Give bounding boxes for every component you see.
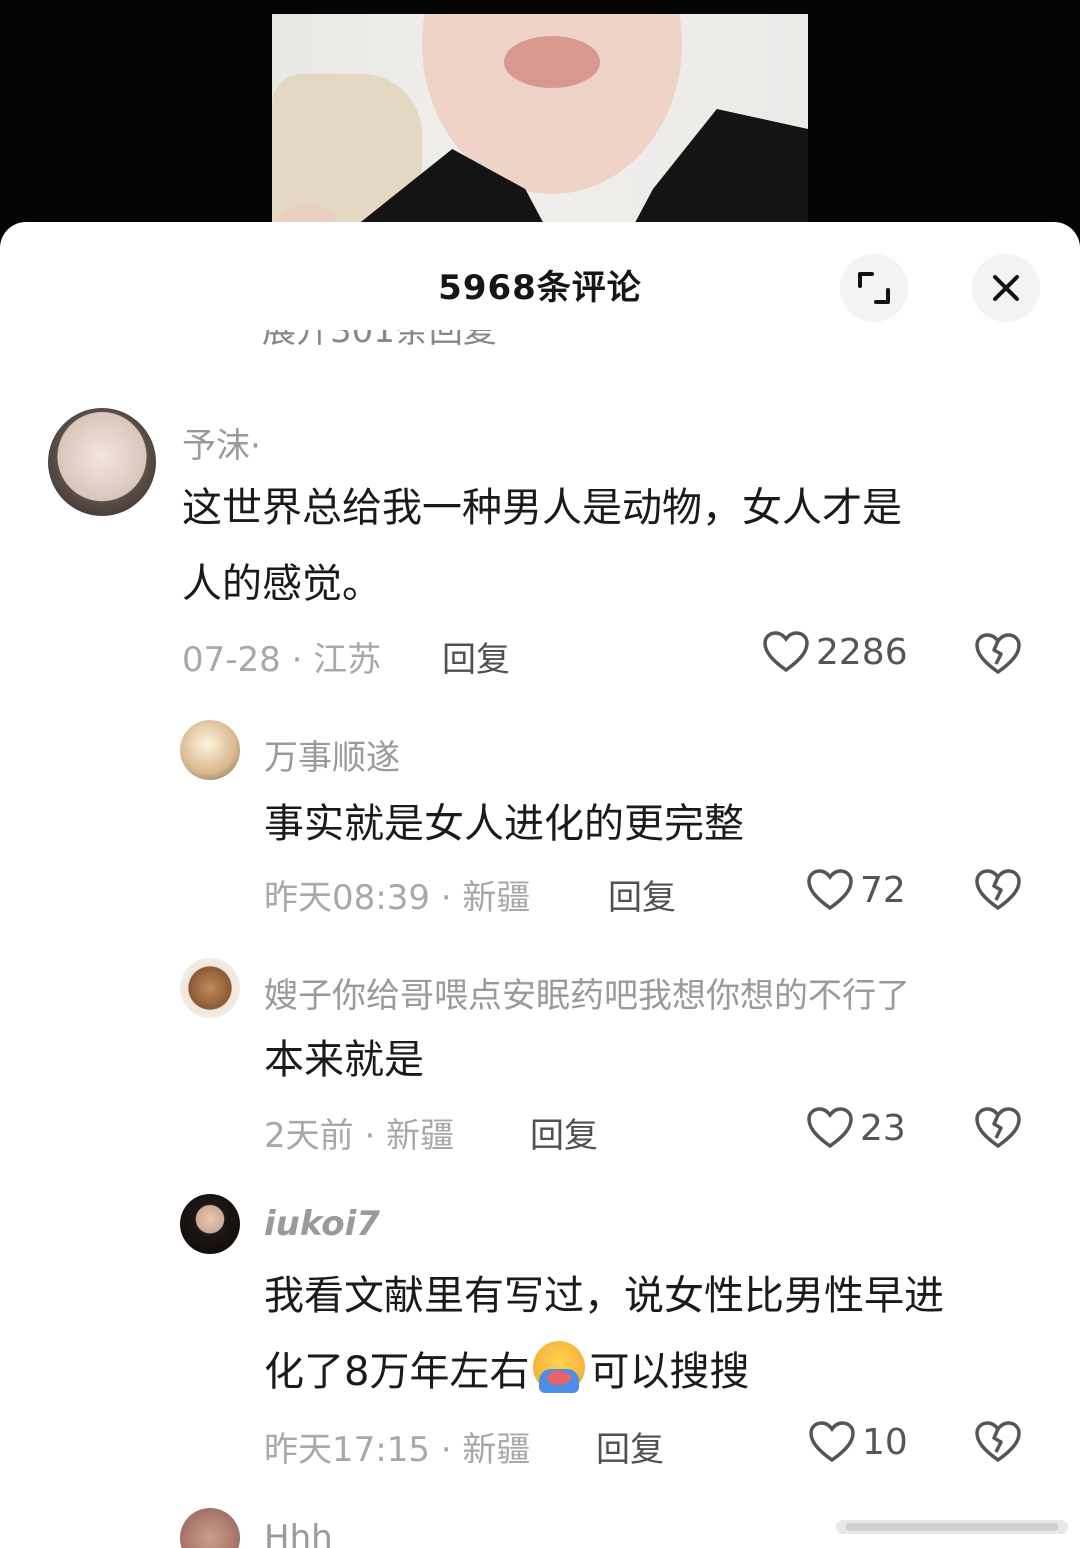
comments-count-title: 5968条评论 — [438, 268, 642, 308]
heart-icon — [809, 1421, 855, 1463]
reply-username[interactable]: iukoi7 — [264, 1204, 380, 1244]
broken-heart-icon — [975, 869, 1021, 911]
comment-date: 07-28 — [182, 640, 281, 680]
reply-button[interactable]: 回复 — [608, 870, 676, 919]
reply-username[interactable]: Hhh — [264, 1518, 333, 1548]
reply-label: 回复 — [608, 878, 676, 918]
dislike-button[interactable] — [974, 868, 1022, 916]
expand-button[interactable] — [840, 254, 908, 322]
reply-username[interactable]: 嫂子你给哥喂点安眠药吧我想你想的不行了 — [264, 968, 910, 1017]
like-count: 72 — [860, 869, 906, 911]
reply-meta: 昨天08:39 · 新疆 — [264, 878, 531, 918]
reply-text: 事实就是女人进化的更完整 — [264, 801, 744, 847]
like-count: 23 — [860, 1107, 906, 1149]
hugging-face-emoji — [533, 1341, 586, 1393]
avatar[interactable] — [48, 408, 156, 516]
reply-date: 昨天17:15 — [264, 1430, 430, 1470]
avatar[interactable] — [180, 1194, 240, 1254]
like-count: 10 — [862, 1421, 908, 1463]
reply-text: 化了8万年左右 可以搜搜 — [264, 1334, 749, 1410]
heart-icon — [807, 1107, 853, 1149]
broken-heart-icon — [975, 1421, 1021, 1463]
reply-label: 回复 — [442, 640, 510, 680]
comment-text: 这世界总给我一种男人是动物，女人才是 — [182, 485, 902, 531]
heart-icon — [807, 869, 853, 911]
comment-meta: 07-28 · 江苏 — [182, 640, 382, 680]
reply-location: 新疆 — [386, 1116, 455, 1156]
dislike-button[interactable] — [974, 1420, 1022, 1468]
home-indicator — [836, 1520, 1068, 1534]
reply-button[interactable]: 回复 — [442, 632, 510, 681]
reply-text: 本来就是 — [264, 1037, 424, 1083]
reply-meta: 昨天17:15 · 新疆 — [264, 1430, 531, 1470]
reply-date: 昨天08:39 — [264, 878, 430, 918]
like-button[interactable]: 23 — [806, 1106, 906, 1150]
dislike-button[interactable] — [974, 632, 1022, 680]
comment-text: 人的感觉。 — [182, 561, 382, 607]
close-icon — [993, 275, 1019, 301]
reply-meta: 2天前 · 新疆 — [264, 1116, 455, 1156]
reply-location: 新疆 — [462, 1430, 531, 1470]
video-player[interactable] — [0, 0, 1080, 240]
reply-label: 回复 — [596, 1430, 664, 1470]
comments-sheet: 5968条评论 展开301条回复 ˅ 予沫· 这世界总给我一种男人是动物，女人才… — [0, 222, 1080, 1548]
dislike-button[interactable] — [974, 1106, 1022, 1154]
expand-replies-link[interactable]: 展开301条回复 ˅ — [262, 330, 525, 350]
broken-heart-icon — [975, 1107, 1021, 1149]
reply-date: 2天前 — [264, 1116, 354, 1156]
comment-location: 江苏 — [313, 640, 382, 680]
like-button[interactable]: 72 — [806, 868, 906, 912]
like-count: 2286 — [816, 631, 908, 673]
reply-button[interactable]: 回复 — [530, 1108, 598, 1157]
avatar[interactable] — [180, 958, 240, 1018]
avatar[interactable] — [180, 720, 240, 780]
close-button[interactable] — [972, 254, 1040, 322]
heart-icon — [763, 631, 809, 673]
avatar[interactable] — [180, 1508, 240, 1548]
reply-label: 回复 — [530, 1116, 598, 1156]
reply-button[interactable]: 回复 — [596, 1422, 664, 1471]
broken-heart-icon — [975, 633, 1021, 675]
like-button[interactable]: 2286 — [762, 630, 908, 674]
expand-icon — [858, 272, 890, 304]
comment-username[interactable]: 予沫· — [182, 418, 261, 467]
reply-location: 新疆 — [462, 878, 531, 918]
reply-username[interactable]: 万事顺遂 — [264, 730, 400, 779]
like-button[interactable]: 10 — [808, 1420, 908, 1464]
reply-text: 我看文献里有写过，说女性比男性早进 — [264, 1273, 944, 1319]
video-frame — [272, 14, 808, 240]
